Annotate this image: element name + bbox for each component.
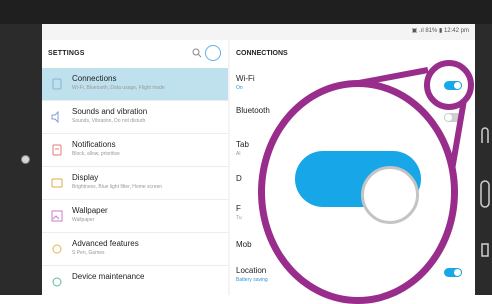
zoomed-toggle-knob: [361, 166, 419, 224]
tablet-frame: ▣ .ıl 81% ▮ 12:42 pm SETTINGS Connection…: [0, 0, 492, 304]
zoomed-wifi-toggle-callout: [258, 80, 458, 304]
wifi-toggle-highlight: [424, 60, 474, 110]
